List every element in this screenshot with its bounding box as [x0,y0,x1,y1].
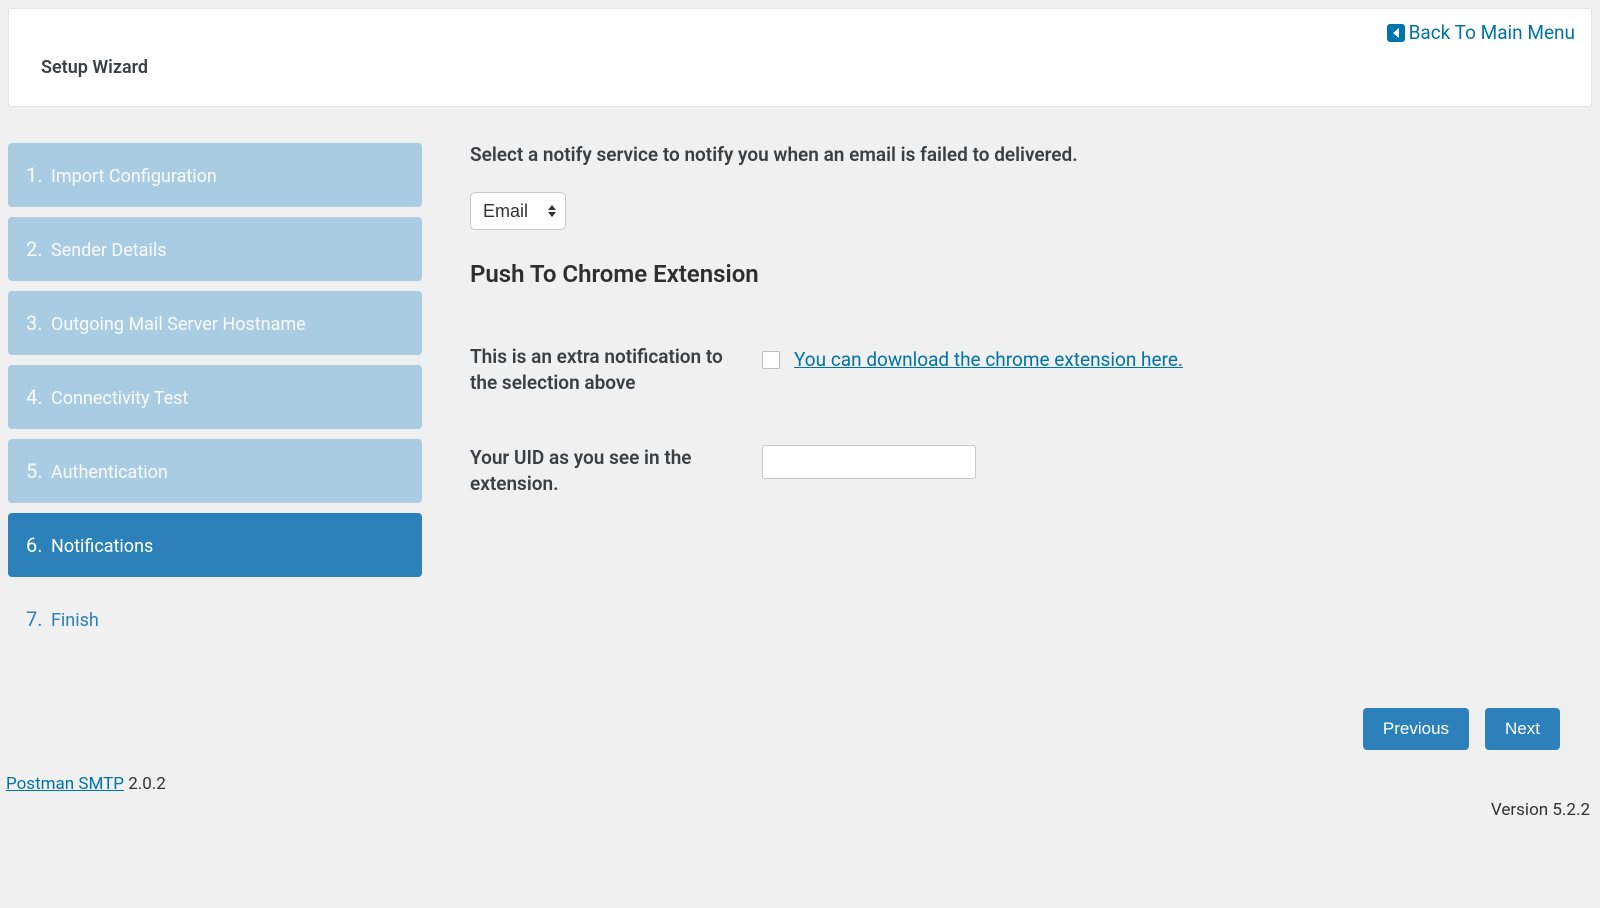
footer-product: Postman SMTP 2.0.2 [6,774,166,794]
wizard-step-connectivity-test[interactable]: 4. Connectivity Test [8,365,422,429]
step-label: Outgoing Mail Server Hostname [51,314,306,335]
section-heading: Push To Chrome Extension [470,260,1552,288]
header-card: Back To Main Menu Setup Wizard [8,8,1592,107]
download-extension-link[interactable]: You can download the chrome extension he… [794,348,1183,371]
product-link[interactable]: Postman SMTP [6,774,124,794]
wizard-step-outgoing-mail-server[interactable]: 3. Outgoing Mail Server Hostname [8,291,422,355]
step-num: 2. [26,237,43,261]
notify-service-select-wrap: Email [470,192,566,230]
step-num: 6. [26,533,43,557]
step-num: 4. [26,385,43,409]
panel-description: Select a notify service to notify you wh… [470,143,1552,166]
step-num: 7. [26,607,43,631]
previous-button[interactable]: Previous [1363,708,1469,750]
wizard-step-authentication[interactable]: 5. Authentication [8,439,422,503]
next-button[interactable]: Next [1485,708,1560,750]
wizard-nav-buttons: Previous Next [1363,708,1560,750]
wizard-sidebar: 1. Import Configuration 2. Sender Detail… [8,123,422,661]
wizard-step-finish[interactable]: 7. Finish [8,587,422,651]
notify-service-select[interactable]: Email [470,192,566,230]
product-version: 2.0.2 [128,774,166,794]
step-label: Notifications [51,536,153,557]
step-label: Import Configuration [51,166,217,187]
arrow-left-icon [1387,24,1405,42]
uid-row: Your UID as you see in the extension. [470,445,1552,496]
step-label: Authentication [51,462,168,483]
footer-platform-version: Version 5.2.2 [1491,800,1590,820]
uid-label: Your UID as you see in the extension. [470,445,742,496]
chrome-extension-checkbox[interactable] [762,351,780,369]
step-num: 5. [26,459,43,483]
step-label: Sender Details [51,240,167,261]
back-to-main-link[interactable]: Back To Main Menu [1387,21,1575,44]
wizard-step-notifications[interactable]: 6. Notifications [8,513,422,577]
wizard-step-sender-details[interactable]: 2. Sender Details [8,217,422,281]
page-title: Setup Wizard [41,57,1567,78]
step-label: Finish [51,610,99,631]
step-label: Connectivity Test [51,388,188,409]
back-link-label: Back To Main Menu [1409,21,1575,44]
extra-notification-label: This is an extra notification to the sel… [470,344,742,395]
extra-notification-field: You can download the chrome extension he… [762,344,1183,371]
wizard-step-import-configuration[interactable]: 1. Import Configuration [8,143,422,207]
main-panel: Select a notify service to notify you wh… [470,123,1592,661]
extra-notification-row: This is an extra notification to the sel… [470,344,1552,395]
uid-field-wrap [762,445,976,479]
uid-input[interactable] [762,445,976,479]
step-num: 3. [26,311,43,335]
step-num: 1. [26,163,43,187]
content-wrap: 1. Import Configuration 2. Sender Detail… [0,115,1600,661]
